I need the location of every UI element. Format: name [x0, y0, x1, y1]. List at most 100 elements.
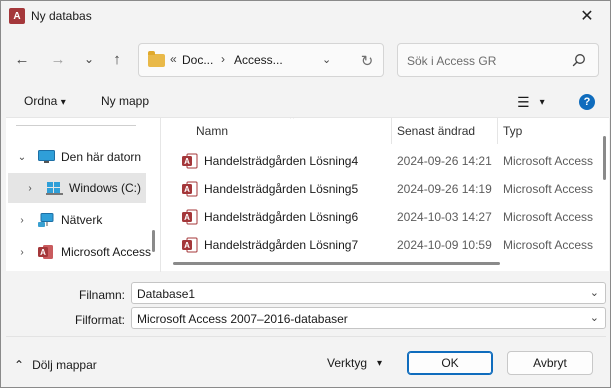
back-button[interactable]: ← — [11, 49, 33, 69]
file-row[interactable]: A Handelsträdgården Lösning7 2024-10-09 … — [164, 230, 604, 258]
breadcrumb-separator-icon: › — [221, 52, 225, 66]
new-database-dialog: A Ny databas ✕ ← → ⌄ ↑ « Doc... › Access… — [0, 0, 611, 388]
arrow-right-icon: → — [50, 50, 66, 68]
tree-item-label: Den här datorn — [61, 150, 142, 164]
access-file-icon: A — [182, 209, 198, 225]
file-date: 2024-10-09 10:59 — [397, 238, 492, 252]
file-row[interactable]: A Handelsträdgården Lösning5 2024-09-26 … — [164, 174, 604, 202]
new-folder-button[interactable]: Ny mapp — [101, 94, 149, 108]
breadcrumb-access[interactable]: Access... — [234, 53, 283, 67]
app-icon-letter: A — [13, 10, 21, 22]
access-file-icon: A — [182, 237, 198, 253]
column-divider[interactable] — [391, 118, 392, 144]
organize-button[interactable]: Ordna ▾ — [24, 94, 66, 108]
search-icon[interactable] — [572, 53, 586, 67]
svg-text:A: A — [184, 157, 190, 166]
chevron-down-icon[interactable]: ⌄ — [590, 286, 599, 299]
tree-item-label: Microsoft Access — [61, 245, 152, 259]
address-bar[interactable]: « Doc... › Access... ⌄ ↻ — [138, 43, 384, 77]
filename-value: Database1 — [137, 287, 196, 301]
file-name: Handelsträdgården Lösning4 — [204, 154, 359, 168]
file-row[interactable]: A Handelsträdgården Lösning6 2024-10-03 … — [164, 202, 604, 230]
chevron-down-icon: ▾ — [377, 357, 383, 369]
arrow-left-icon: ← — [14, 50, 30, 68]
column-header-date-modified[interactable]: Senast ändrad — [397, 124, 475, 138]
hide-folders-label: Dölj mappar — [32, 358, 97, 372]
access-file-icon: A — [182, 153, 198, 169]
refresh-button[interactable]: ↻ — [357, 51, 377, 71]
up-button[interactable]: ↑ — [106, 49, 128, 69]
chevron-down-icon: ▾ — [60, 97, 66, 108]
address-dropdown-icon[interactable]: ⌄ — [322, 53, 331, 66]
drive-icon — [46, 182, 63, 195]
tree-scrollbar[interactable] — [152, 230, 155, 252]
column-header-name[interactable]: Namn — [196, 124, 228, 138]
file-date: 2024-09-26 14:21 — [397, 154, 492, 168]
tree-item-network[interactable]: › Nätverk — [6, 205, 146, 235]
title-bar: A Ny databas ✕ — [1, 1, 610, 31]
svg-text:A: A — [184, 241, 190, 250]
list-vertical-scrollbar[interactable] — [603, 136, 606, 180]
file-format-label: Filformat: — [74, 313, 125, 327]
access-app-icon: A — [9, 8, 27, 24]
search-placeholder: Sök i Access GR — [407, 54, 497, 68]
overflow-chevron-icon[interactable]: « — [170, 52, 177, 66]
organize-label: Ordna — [24, 94, 58, 108]
column-divider[interactable] — [497, 118, 498, 144]
svg-text:A: A — [184, 185, 190, 194]
view-options-button[interactable]: ☰ ▾ — [517, 93, 557, 111]
list-horizontal-scrollbar[interactable] — [173, 262, 500, 265]
tree-item-this-pc[interactable]: ⌄ Den här datorn — [6, 142, 146, 172]
forward-button[interactable]: → — [47, 49, 69, 69]
search-input[interactable]: Sök i Access GR — [397, 43, 599, 77]
file-name: Handelsträdgården Lösning5 — [204, 182, 359, 196]
folder-icon — [148, 51, 165, 67]
close-icon: ✕ — [580, 8, 594, 25]
svg-text:A: A — [184, 213, 190, 222]
cancel-button[interactable]: Avbryt — [507, 351, 593, 375]
chevron-right-icon[interactable]: › — [24, 183, 36, 194]
refresh-icon: ↻ — [360, 53, 374, 70]
chevron-right-icon[interactable]: › — [16, 247, 28, 258]
file-row[interactable]: A Handelsträdgården Lösning4 2024-09-26 … — [164, 146, 604, 174]
file-list: ⌃ Namn Senast ändrad Typ A Handelsträdgå… — [164, 118, 609, 272]
tree-divider — [16, 125, 136, 126]
network-icon — [38, 213, 54, 227]
ok-button[interactable]: OK — [407, 351, 493, 375]
breadcrumb-documents[interactable]: Doc... — [182, 53, 213, 67]
close-button[interactable]: ✕ — [564, 1, 610, 31]
tree-item-label: Nätverk — [61, 213, 103, 227]
chevron-down-icon: ▾ — [539, 96, 545, 108]
file-name: Handelsträdgården Lösning7 — [204, 238, 359, 252]
chevron-down-icon[interactable]: ⌄ — [16, 152, 28, 163]
browser-content: ⌄ Den här datorn › Windows (C:) › Nätver… — [6, 117, 609, 272]
arrow-up-icon: ↑ — [113, 50, 121, 68]
navigation-bar: ← → ⌄ ↑ « Doc... › Access... ⌄ ↻ Sök i A… — [1, 39, 610, 79]
footer-divider — [6, 336, 606, 337]
hide-folders-button[interactable]: ⌃ Dölj mappar — [14, 358, 97, 372]
computer-icon — [38, 150, 55, 163]
chevron-up-icon: ⌃ — [14, 358, 25, 372]
access-file-icon: A — [182, 181, 198, 197]
file-type: Microsoft Access — [503, 210, 594, 224]
tree-item-windows-c[interactable]: › Windows (C:) — [8, 173, 146, 203]
file-format-select[interactable]: Microsoft Access 2007–2016-databaser ⌄ — [131, 307, 606, 329]
tools-label: Verktyg — [327, 356, 368, 370]
chevron-down-icon[interactable]: ⌄ — [590, 311, 599, 324]
tools-button[interactable]: Verktyg ▾ — [327, 356, 382, 370]
filename-field[interactable]: Database1 ⌄ — [131, 282, 606, 304]
chevron-right-icon[interactable]: › — [16, 215, 28, 226]
help-icon[interactable]: ? — [579, 94, 595, 110]
sort-ascending-icon: ⌃ — [288, 118, 297, 126]
tree-item-label: Windows (C:) — [69, 181, 142, 195]
filename-label: Filnamn: — [78, 288, 125, 302]
recent-locations-button[interactable]: ⌄ — [78, 49, 100, 69]
access-icon: A — [38, 245, 53, 259]
column-header-type[interactable]: Typ — [503, 124, 522, 138]
file-type: Microsoft Access — [503, 182, 594, 196]
command-toolbar: Ordna ▾ Ny mapp ☰ ▾ ? — [1, 87, 610, 117]
list-view-icon: ☰ — [517, 93, 530, 110]
svg-text:A: A — [40, 248, 46, 257]
tree-item-microsoft-access[interactable]: › A Microsoft Access — [6, 237, 151, 267]
file-date: 2024-10-03 14:27 — [397, 210, 492, 224]
